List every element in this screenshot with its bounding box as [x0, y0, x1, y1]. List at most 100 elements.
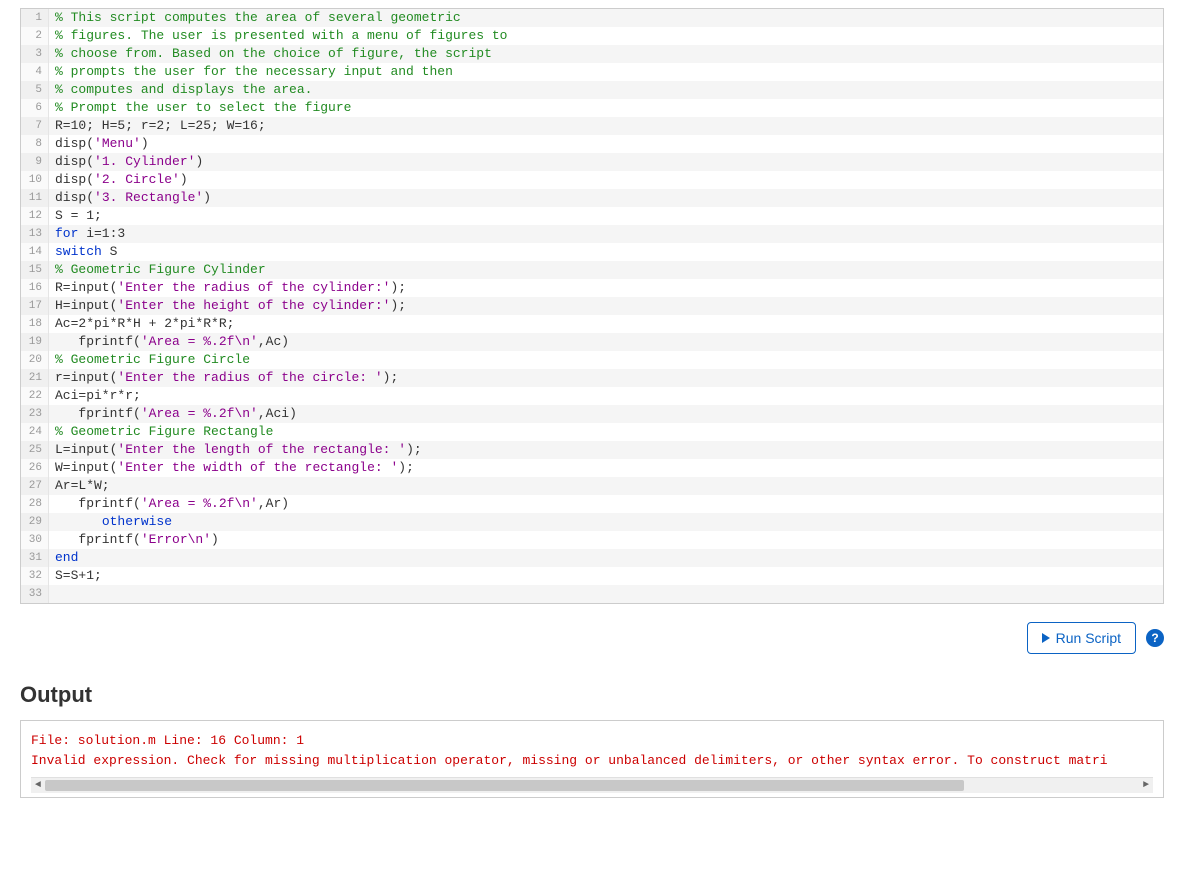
code-line[interactable]: 27Ar=L*W; — [21, 477, 1163, 495]
code-line[interactable]: 23 fprintf('Area = %.2f\n',Aci) — [21, 405, 1163, 423]
line-number: 28 — [21, 495, 49, 513]
code-line[interactable]: 15% Geometric Figure Cylinder — [21, 261, 1163, 279]
code-line[interactable]: 18Ac=2*pi*R*H + 2*pi*R*R; — [21, 315, 1163, 333]
code-content[interactable]: W=input('Enter the width of the rectangl… — [49, 459, 414, 477]
code-content[interactable]: % Prompt the user to select the figure — [49, 99, 351, 117]
code-content[interactable]: fprintf('Error\n') — [49, 531, 219, 549]
line-number: 27 — [21, 477, 49, 495]
scroll-track[interactable] — [45, 778, 1139, 793]
code-line[interactable]: 33 — [21, 585, 1163, 603]
line-number: 9 — [21, 153, 49, 171]
line-number: 22 — [21, 387, 49, 405]
code-content[interactable]: fprintf('Area = %.2f\n',Ac) — [49, 333, 289, 351]
output-horizontal-scrollbar[interactable]: ◄ ► — [31, 777, 1153, 793]
code-line[interactable]: 7R=10; H=5; r=2; L=25; W=16; — [21, 117, 1163, 135]
code-line[interactable]: 24% Geometric Figure Rectangle — [21, 423, 1163, 441]
code-line[interactable]: 14switch S — [21, 243, 1163, 261]
code-line[interactable]: 13for i=1:3 — [21, 225, 1163, 243]
code-content[interactable]: R=10; H=5; r=2; L=25; W=16; — [49, 117, 266, 135]
run-script-label: Run Script — [1056, 630, 1121, 646]
code-content[interactable]: S=S+1; — [49, 567, 102, 585]
code-line[interactable]: 3% choose from. Based on the choice of f… — [21, 45, 1163, 63]
code-line[interactable]: 4% prompts the user for the necessary in… — [21, 63, 1163, 81]
line-number: 29 — [21, 513, 49, 531]
code-line[interactable]: 1% This script computes the area of seve… — [21, 9, 1163, 27]
code-line[interactable]: 6% Prompt the user to select the figure — [21, 99, 1163, 117]
code-content[interactable]: otherwise — [49, 513, 172, 531]
code-content[interactable]: S = 1; — [49, 207, 102, 225]
code-content[interactable]: H=input('Enter the height of the cylinde… — [49, 297, 406, 315]
code-editor[interactable]: 1% This script computes the area of seve… — [20, 8, 1164, 604]
code-content[interactable]: Aci=pi*r*r; — [49, 387, 141, 405]
code-content[interactable]: Ac=2*pi*R*H + 2*pi*R*R; — [49, 315, 234, 333]
code-line[interactable]: 19 fprintf('Area = %.2f\n',Ac) — [21, 333, 1163, 351]
code-line[interactable]: 30 fprintf('Error\n') — [21, 531, 1163, 549]
run-script-button[interactable]: Run Script — [1027, 622, 1136, 654]
code-line[interactable]: 10disp('2. Circle') — [21, 171, 1163, 189]
code-line[interactable]: 9disp('1. Cylinder') — [21, 153, 1163, 171]
line-number: 17 — [21, 297, 49, 315]
line-number: 13 — [21, 225, 49, 243]
line-number: 21 — [21, 369, 49, 387]
code-content[interactable]: disp('2. Circle') — [49, 171, 188, 189]
code-content[interactable]: disp('Menu') — [49, 135, 149, 153]
code-content[interactable]: % Geometric Figure Cylinder — [49, 261, 266, 279]
code-content[interactable]: % prompts the user for the necessary inp… — [49, 63, 453, 81]
code-content[interactable]: disp('1. Cylinder') — [49, 153, 203, 171]
line-number: 14 — [21, 243, 49, 261]
code-line[interactable]: 17H=input('Enter the height of the cylin… — [21, 297, 1163, 315]
code-line[interactable]: 12S = 1; — [21, 207, 1163, 225]
line-number: 26 — [21, 459, 49, 477]
code-content[interactable]: % computes and displays the area. — [49, 81, 312, 99]
line-number: 24 — [21, 423, 49, 441]
toolbar: Run Script ? — [20, 622, 1164, 654]
code-content[interactable]: % choose from. Based on the choice of fi… — [49, 45, 492, 63]
code-line[interactable]: 5% computes and displays the area. — [21, 81, 1163, 99]
code-content[interactable]: end — [49, 549, 78, 567]
code-content[interactable]: disp('3. Rectangle') — [49, 189, 211, 207]
code-content[interactable]: fprintf('Area = %.2f\n',Aci) — [49, 405, 297, 423]
line-number: 32 — [21, 567, 49, 585]
line-number: 3 — [21, 45, 49, 63]
code-content[interactable]: % figures. The user is presented with a … — [49, 27, 507, 45]
code-content[interactable]: % Geometric Figure Rectangle — [49, 423, 273, 441]
code-content[interactable] — [49, 585, 55, 603]
code-content[interactable]: % This script computes the area of sever… — [49, 9, 461, 27]
output-panel: File: solution.m Line: 16 Column: 1Inval… — [20, 720, 1164, 798]
code-line[interactable]: 20% Geometric Figure Circle — [21, 351, 1163, 369]
code-line[interactable]: 2% figures. The user is presented with a… — [21, 27, 1163, 45]
code-content[interactable]: fprintf('Area = %.2f\n',Ar) — [49, 495, 289, 513]
code-line[interactable]: 28 fprintf('Area = %.2f\n',Ar) — [21, 495, 1163, 513]
code-content[interactable]: for i=1:3 — [49, 225, 125, 243]
code-line[interactable]: 29 otherwise — [21, 513, 1163, 531]
line-number: 1 — [21, 9, 49, 27]
code-line[interactable]: 26W=input('Enter the width of the rectan… — [21, 459, 1163, 477]
line-number: 10 — [21, 171, 49, 189]
code-content[interactable]: R=input('Enter the radius of the cylinde… — [49, 279, 406, 297]
code-content[interactable]: Ar=L*W; — [49, 477, 110, 495]
line-number: 7 — [21, 117, 49, 135]
code-line[interactable]: 32S=S+1; — [21, 567, 1163, 585]
code-line[interactable]: 8disp('Menu') — [21, 135, 1163, 153]
line-number: 16 — [21, 279, 49, 297]
line-number: 23 — [21, 405, 49, 423]
code-content[interactable]: switch S — [49, 243, 117, 261]
code-content[interactable]: % Geometric Figure Circle — [49, 351, 250, 369]
code-line[interactable]: 16R=input('Enter the radius of the cylin… — [21, 279, 1163, 297]
code-content[interactable]: L=input('Enter the length of the rectang… — [49, 441, 422, 459]
code-line[interactable]: 11disp('3. Rectangle') — [21, 189, 1163, 207]
line-number: 5 — [21, 81, 49, 99]
scroll-right-icon[interactable]: ► — [1139, 779, 1153, 793]
help-icon[interactable]: ? — [1146, 629, 1164, 647]
line-number: 4 — [21, 63, 49, 81]
code-line[interactable]: 31end — [21, 549, 1163, 567]
output-line: Invalid expression. Check for missing mu… — [31, 751, 1153, 771]
scroll-thumb[interactable] — [45, 780, 964, 791]
code-line[interactable]: 21r=input('Enter the radius of the circl… — [21, 369, 1163, 387]
code-line[interactable]: 25L=input('Enter the length of the recta… — [21, 441, 1163, 459]
code-content[interactable]: r=input('Enter the radius of the circle:… — [49, 369, 398, 387]
scroll-left-icon[interactable]: ◄ — [31, 779, 45, 793]
code-line[interactable]: 22Aci=pi*r*r; — [21, 387, 1163, 405]
line-number: 2 — [21, 27, 49, 45]
line-number: 15 — [21, 261, 49, 279]
